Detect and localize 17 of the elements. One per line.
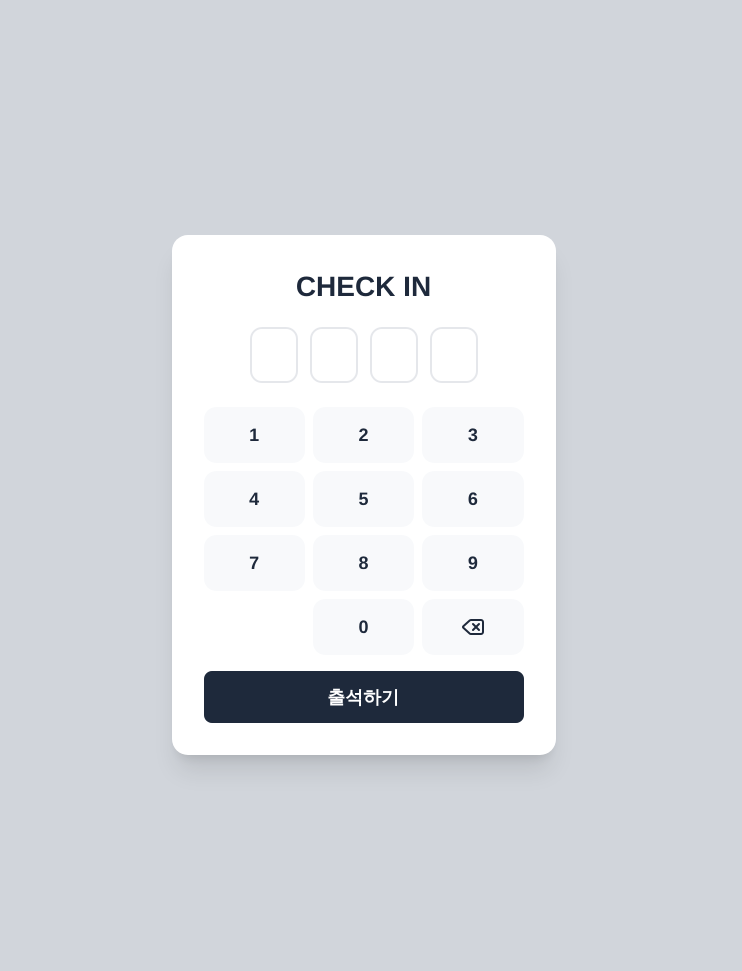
keypad-key[interactable]: 7 bbox=[204, 535, 305, 591]
keypad-key[interactable]: 8 bbox=[312, 535, 414, 591]
submit-button[interactable]: 출석하기 bbox=[204, 671, 524, 723]
keypad-key[interactable]: 0 bbox=[312, 599, 414, 655]
keypad-key[interactable]: 1 bbox=[204, 407, 305, 463]
card-title: CHECK IN bbox=[296, 270, 432, 304]
code-digit-field[interactable] bbox=[430, 327, 478, 383]
code-digit-field[interactable] bbox=[250, 327, 298, 383]
keypad-key[interactable]: 3 bbox=[422, 407, 524, 463]
keypad-key[interactable]: 5 bbox=[312, 471, 414, 527]
keypad-key[interactable]: 6 bbox=[422, 471, 524, 527]
keypad-key[interactable]: 4 bbox=[204, 471, 305, 527]
keypad-key[interactable]: 2 bbox=[312, 407, 414, 463]
code-digit-field[interactable] bbox=[370, 327, 418, 383]
backspace-key[interactable] bbox=[422, 599, 524, 655]
keypad-key[interactable]: 9 bbox=[422, 535, 524, 591]
code-digit-field[interactable] bbox=[310, 327, 358, 383]
